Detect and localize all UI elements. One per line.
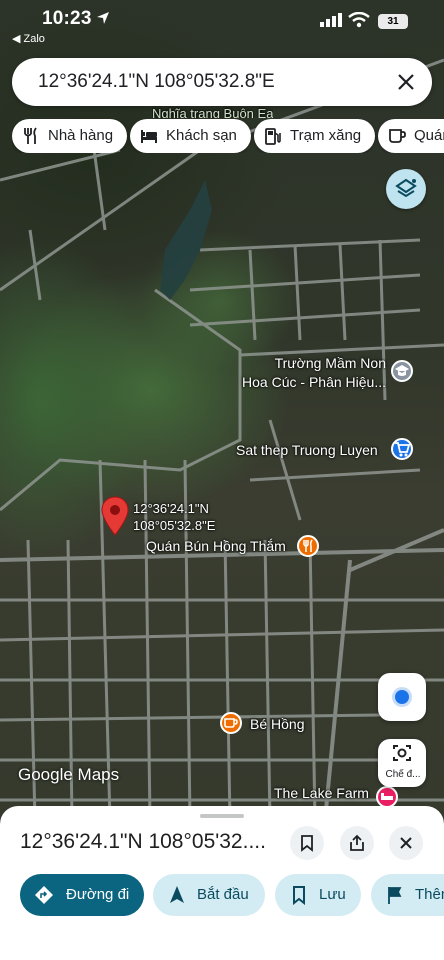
- chip-label: Khách sạn: [166, 127, 237, 144]
- cafe-icon[interactable]: [220, 712, 242, 734]
- save-label: Lưu: [319, 886, 346, 903]
- directions-icon: [35, 886, 53, 904]
- status-time: 10:23: [42, 8, 92, 29]
- google-maps-logo: Google Maps: [18, 765, 120, 784]
- map-label-school[interactable]: Trường Mầm Non Hoa Cúc - Phân Hiệu...: [238, 354, 386, 392]
- map-label-cafe[interactable]: Bé Hồng: [250, 716, 304, 732]
- place-title: 12°36'24.1"N 108°05'32....: [20, 830, 266, 853]
- map-pin-icon[interactable]: [100, 496, 130, 536]
- drag-handle[interactable]: [200, 814, 244, 818]
- location-arrow-icon: [97, 12, 109, 24]
- save-icon-button[interactable]: [290, 826, 324, 860]
- place-bottom-sheet[interactable]: 12°36'24.1"N 108°05'32.... Đường đi Bắt …: [0, 806, 444, 960]
- close-sheet-button[interactable]: [389, 826, 423, 860]
- battery-icon: 31: [378, 14, 408, 29]
- chip-label: Trạm xăng: [290, 127, 362, 144]
- map-label-farm[interactable]: The Lake Farm: [274, 785, 369, 801]
- start-label: Bắt đầu: [197, 886, 249, 903]
- directions-button[interactable]: Đường đi: [20, 874, 144, 916]
- directions-label: Đường đi: [66, 886, 130, 903]
- chip-restaurants[interactable]: Nhà hàng: [12, 119, 128, 153]
- layers-button[interactable]: [386, 169, 426, 209]
- more-label: Thêm: [415, 886, 444, 903]
- shopping-cart-icon[interactable]: [391, 438, 413, 460]
- bookmark-icon: [301, 835, 313, 852]
- chip-hotels[interactable]: Khách sạn: [130, 119, 251, 153]
- cellular-signal-icon: [320, 13, 342, 27]
- map-label-cemetery: Nghĩa trang Buôn Ea: [152, 106, 274, 118]
- chip-label: Quán: [414, 127, 444, 144]
- start-button[interactable]: Bắt đầu: [153, 874, 265, 916]
- my-location-icon: [395, 690, 409, 704]
- layers-icon: [395, 178, 417, 198]
- back-to-app-link[interactable]: ◀ Zalo: [12, 32, 45, 45]
- bed-icon: [141, 130, 157, 143]
- share-button[interactable]: [340, 826, 374, 860]
- search-input[interactable]: 12°36'24.1"N 108°05'32.8"E: [38, 71, 275, 93]
- lodging-icon[interactable]: [376, 786, 398, 808]
- school-icon[interactable]: [391, 360, 413, 382]
- bookmark-icon: [293, 886, 305, 905]
- save-button[interactable]: Lưu: [275, 874, 361, 916]
- wifi-icon: [348, 12, 370, 28]
- search-bar[interactable]: 12°36'24.1"N 108°05'32.8"E: [12, 58, 432, 106]
- lens-button[interactable]: Chế đ...: [378, 739, 426, 787]
- chip-gas-stations[interactable]: Trạm xăng: [254, 119, 376, 153]
- my-location-button[interactable]: [378, 673, 426, 721]
- flag-icon: [388, 887, 402, 904]
- map-label-shop[interactable]: Sat thep Truong Luyen: [236, 442, 378, 458]
- pin-label: 12°36'24.1"N 108°05'32.8"E: [133, 500, 215, 534]
- pin-label-lng: 108°05'32.8"E: [133, 518, 216, 533]
- more-button[interactable]: Thêm: [371, 874, 444, 916]
- utensils-icon: [24, 127, 37, 144]
- pin-label-lat: 12°36'24.1"N: [133, 501, 209, 516]
- restaurant-icon[interactable]: [297, 535, 319, 557]
- close-icon[interactable]: [394, 70, 418, 94]
- chip-label: Nhà hàng: [48, 127, 114, 144]
- close-icon: [400, 837, 412, 849]
- chip-cafes[interactable]: Quán: [378, 119, 444, 153]
- status-bar: 10:23 ◀ Zalo 31: [0, 0, 444, 50]
- camera-lens-icon: [393, 745, 411, 761]
- map-label-restaurant[interactable]: Quán Bún Hồng Thắm: [146, 538, 286, 554]
- navigation-arrow-icon: [170, 886, 184, 903]
- coffee-icon: [389, 129, 406, 143]
- gas-station-icon: [265, 128, 281, 145]
- share-icon: [350, 834, 364, 851]
- lens-label: Chế đ...: [385, 769, 421, 780]
- category-chips: Nhà hàng Khách sạn Trạm xăng Quán: [12, 119, 444, 153]
